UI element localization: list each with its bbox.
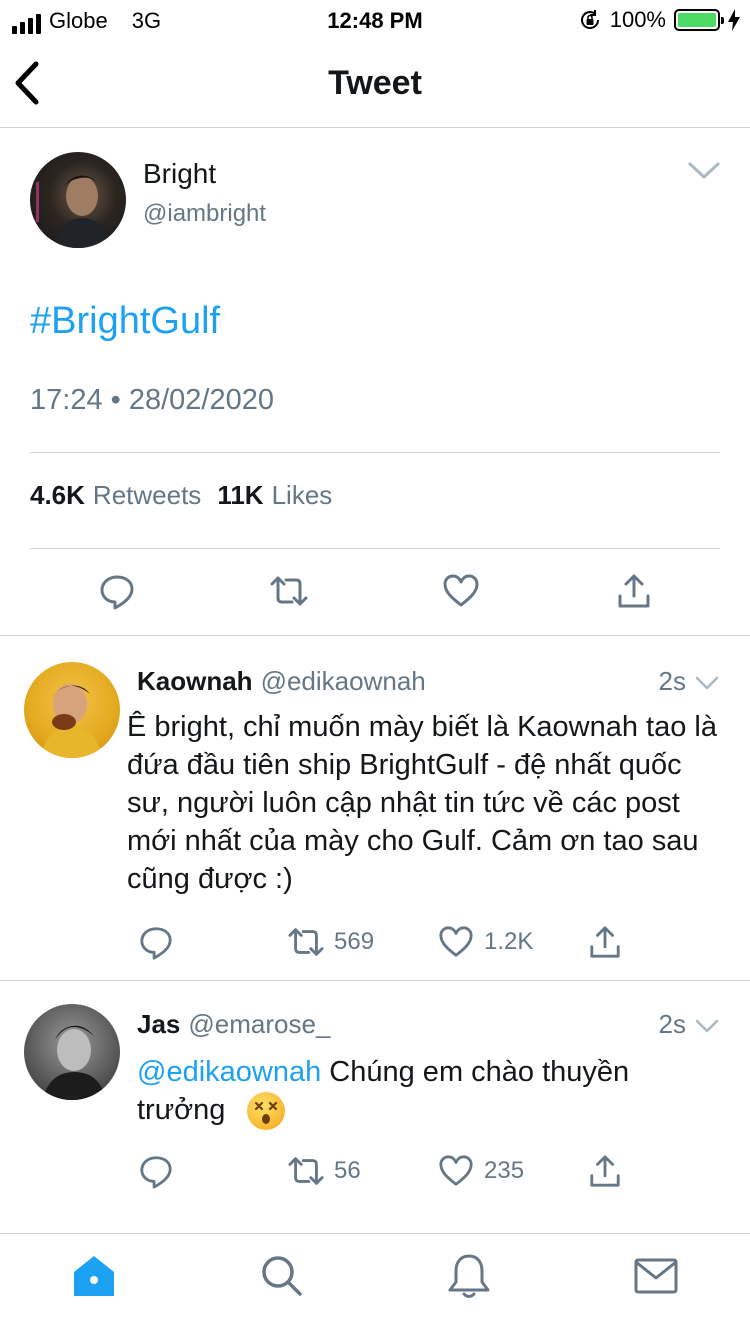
chevron-down-icon[interactable]: [694, 1017, 720, 1035]
like-icon: [439, 926, 473, 957]
retweet-count: 569: [334, 928, 375, 955]
messages-icon[interactable]: [632, 1252, 680, 1300]
divider: [30, 452, 720, 453]
rotation-lock-icon: [580, 10, 599, 29]
reply-actions: 56 235: [0, 1153, 750, 1189]
retweet-button[interactable]: 569: [288, 924, 374, 960]
reply-text-block: @edikaownah Chúng em chào thuyền trưởng: [137, 1053, 697, 1131]
like-button[interactable]: 1.2K: [438, 924, 533, 960]
like-button[interactable]: 235: [438, 1153, 524, 1189]
battery-percent: 100%: [609, 7, 666, 32]
avatar[interactable]: [30, 152, 126, 248]
home-icon[interactable]: [70, 1252, 118, 1300]
navigation-bar: Tweet: [0, 40, 750, 128]
reply-time: 2s: [658, 666, 686, 696]
share-icon: [590, 1155, 620, 1187]
notifications-icon[interactable]: [445, 1252, 493, 1300]
likes-count: 11K: [217, 480, 264, 510]
reply-author[interactable]: Kaownah @edikaownah: [137, 666, 426, 697]
like-count: 1.2K: [484, 928, 534, 955]
search-icon[interactable]: [258, 1252, 306, 1300]
tweet-actions: [0, 572, 750, 616]
reply-author-handle: @edikaownah: [260, 666, 426, 696]
like-icon: [439, 1155, 473, 1186]
avatar-photo: [40, 684, 102, 758]
like-count: 235: [484, 1157, 525, 1184]
reply-author[interactable]: Jas @emarose_: [137, 1009, 330, 1040]
tweet-stats: 4.6K Retweets 11K Likes: [30, 480, 332, 511]
avatar-photo: [42, 1025, 106, 1100]
chevron-down-icon[interactable]: [686, 158, 722, 182]
share-icon: [590, 926, 620, 958]
main-tweet: Bright @iambright #BrightGulf 17:24 • 28…: [0, 128, 750, 636]
retweet-count: 56: [334, 1157, 361, 1184]
retweet-button[interactable]: 56: [288, 1153, 361, 1189]
share-icon[interactable]: [616, 572, 652, 610]
avatar[interactable]: [24, 1004, 120, 1100]
reply-tweet[interactable]: Kaownah @edikaownah 2s Ê bright, chỉ muốn…: [0, 636, 750, 981]
tweet-timestamp: 17:24 • 28/02/2020: [30, 384, 274, 416]
reply-icon: [140, 1156, 172, 1189]
author-handle[interactable]: @iambright: [143, 200, 266, 228]
reply-author-name: Kaownah: [137, 666, 253, 696]
author-name[interactable]: Bright: [143, 158, 216, 190]
retweets-count: 4.6K: [30, 480, 85, 510]
tweet-hashtag[interactable]: #BrightGulf: [30, 300, 220, 343]
retweet-icon: [288, 1157, 324, 1185]
reply-tweet[interactable]: Jas @emarose_ 2s @edikaownah Chúng em chà…: [0, 981, 750, 1211]
retweets-stat[interactable]: 4.6K Retweets: [30, 480, 201, 511]
dizzy-face-emoji-icon: [247, 1092, 286, 1131]
share-button[interactable]: [588, 1153, 622, 1189]
chevron-down-icon[interactable]: [694, 674, 720, 692]
charging-bolt-icon: [728, 9, 740, 31]
reply-icon: [140, 927, 172, 960]
likes-stat[interactable]: 11K Likes: [217, 480, 332, 511]
reply-text: Ê bright, chỉ muốn mày biết là Kaownah t…: [127, 711, 717, 895]
share-button[interactable]: [588, 924, 622, 960]
like-icon[interactable]: [442, 572, 480, 610]
divider: [30, 548, 720, 549]
reply-actions: 569 1.2K: [0, 924, 750, 960]
reply-time: 2s: [658, 1009, 686, 1039]
retweets-label: Retweets: [92, 480, 202, 510]
reply-author-name: Jas: [137, 1009, 181, 1039]
avatar-photo: [36, 175, 110, 248]
status-bar: Globe 3G 12:48 PM 100%: [0, 0, 750, 40]
battery-icon: [674, 9, 724, 31]
reply-author-handle: @emarose_: [188, 1009, 331, 1039]
reply-mention[interactable]: @edikaownah: [137, 1056, 321, 1088]
page-title: Tweet: [328, 64, 422, 102]
likes-label: Likes: [271, 480, 333, 510]
reply-button[interactable]: [138, 1153, 174, 1189]
reply-button[interactable]: [138, 924, 174, 960]
tab-bar: [0, 1233, 750, 1334]
retweet-icon[interactable]: [270, 572, 308, 610]
retweet-icon: [288, 928, 324, 956]
avatar[interactable]: [24, 662, 120, 758]
reply-icon[interactable]: [98, 572, 136, 610]
